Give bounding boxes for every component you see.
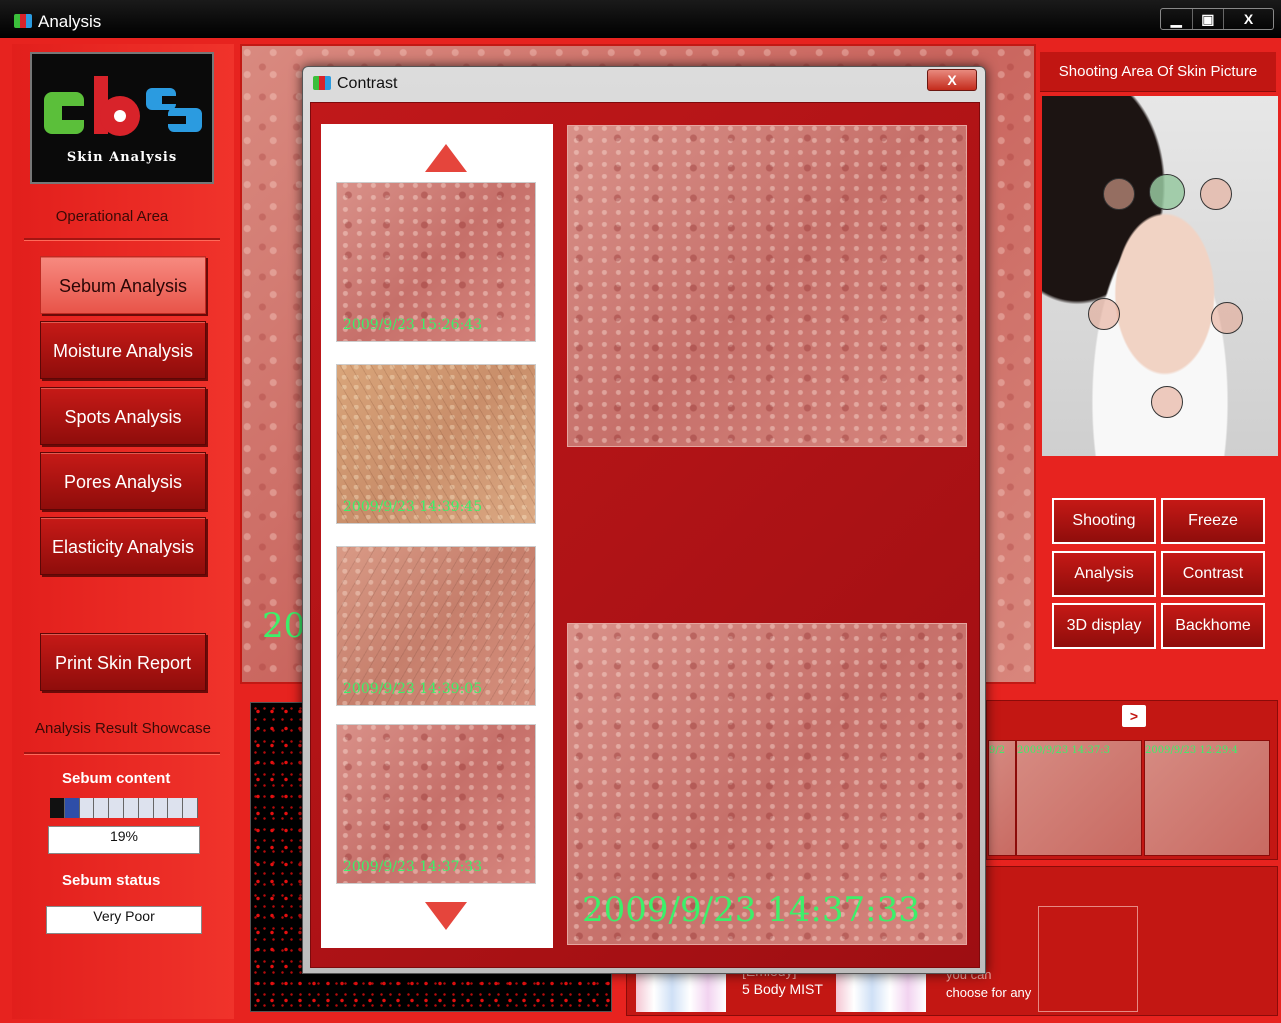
thumbnail-timestamp: 2009/9/23 14:39:05 (343, 681, 483, 697)
brand-logo: Skin Analysis (30, 52, 214, 184)
3d-display-button[interactable]: 3D display (1052, 603, 1156, 649)
print-skin-report-button[interactable]: Print Skin Report (40, 633, 206, 691)
sebum-analysis-button[interactable]: Sebum Analysis (40, 256, 206, 314)
backhome-button[interactable]: Backhome (1161, 603, 1265, 649)
thumbnail-timestamp: 2009/9/23 15:26:43 (343, 317, 483, 333)
sebum-level-meter (50, 798, 198, 818)
meter-segment (123, 798, 139, 818)
product-image[interactable] (836, 970, 926, 1012)
history-thumbnail[interactable]: 2009/9/23 12:29:4 (1144, 740, 1270, 856)
minimize-button[interactable]: ▁ (1161, 9, 1193, 29)
result-showcase-title: Analysis Result Showcase (35, 720, 211, 737)
scroll-up-icon[interactable] (425, 144, 467, 172)
app-icon (313, 76, 331, 90)
meter-segment (109, 798, 124, 818)
meter-segment (50, 798, 65, 818)
compare-bottom-timestamp: 2009/9/23 14:37:33 (582, 890, 920, 930)
freeze-button[interactable]: Freeze (1161, 498, 1265, 544)
history-thumbnail[interactable]: 2009/9/23 14:37:3 (1016, 740, 1142, 856)
window-controls: ▁ ▣ X (1160, 8, 1274, 30)
thumbnail-timestamp: 2009/9/23 14:37:33 (343, 859, 483, 875)
forehead-right-spot[interactable] (1200, 178, 1232, 210)
app-icon (14, 14, 32, 28)
logo-mark-icon (44, 76, 202, 136)
chevron-right-icon[interactable]: > (1122, 705, 1146, 727)
sebum-content-label: Sebum content (62, 770, 171, 787)
comparison-thumbnail[interactable]: 2009/9/23 14:37:33 (336, 724, 536, 884)
shooting-button[interactable]: Shooting (1052, 498, 1156, 544)
cheek-left-spot[interactable] (1088, 298, 1120, 330)
thumbnail-column: 2009/9/23 15:26:43 2009/9/23 14:39:45 20… (321, 124, 553, 948)
face-portrait-image (1042, 96, 1278, 456)
meter-segment (183, 798, 198, 818)
contrast-button[interactable]: Contrast (1161, 551, 1265, 597)
comparison-thumbnail[interactable]: 2009/9/23 15:26:43 (336, 182, 536, 342)
forehead-left-spot[interactable] (1103, 178, 1135, 210)
live-view-timestamp: 20 (262, 606, 306, 646)
dialog-close-button[interactable]: X (927, 69, 977, 91)
moisture-analysis-button[interactable]: Moisture Analysis (40, 321, 206, 379)
compare-bottom-image: 2009/9/23 14:37:33 (567, 623, 967, 945)
pores-analysis-button[interactable]: Pores Analysis (40, 452, 206, 510)
window-title: Analysis (38, 12, 102, 31)
product-image-placeholder (1038, 906, 1138, 1012)
scroll-down-icon[interactable] (425, 902, 467, 930)
chin-spot[interactable] (1151, 386, 1183, 418)
elasticity-analysis-button[interactable]: Elasticity Analysis (40, 517, 206, 575)
product-line: 5 Body MIST (742, 981, 823, 997)
meter-segment (153, 798, 169, 818)
divider (24, 238, 220, 241)
title-bar: Analysis ▁ ▣ X (0, 0, 1281, 38)
meter-segment (64, 798, 80, 818)
compare-top-image (567, 125, 967, 447)
contrast-dialog: Contrast X 2009/9/23 15:26:43 2009/9/23 … (302, 66, 986, 974)
product-image[interactable] (636, 970, 726, 1012)
dialog-title: Contrast (337, 75, 398, 92)
history-thumbnail[interactable]: 9/2 (988, 740, 1016, 856)
spots-analysis-button[interactable]: Spots Analysis (40, 387, 206, 445)
analysis-button[interactable]: Analysis (1052, 551, 1156, 597)
divider (24, 752, 220, 755)
close-button[interactable]: X (1224, 9, 1273, 29)
logo-subtitle: Skin Analysis (66, 150, 178, 165)
product-line: choose for any (946, 985, 1032, 1000)
comparison-thumbnail[interactable]: 2009/9/23 14:39:45 (336, 364, 536, 524)
sebum-content-value: 19% (48, 826, 200, 854)
shooting-area-title: Shooting Area Of Skin Picture (1040, 52, 1276, 92)
meter-segment (138, 798, 154, 818)
maximize-button[interactable]: ▣ (1193, 9, 1225, 29)
meter-segment (79, 798, 95, 818)
sebum-status-label: Sebum status (62, 872, 161, 889)
thumbnail-timestamp: 2009/9/23 14:39:45 (343, 499, 483, 515)
meter-segment (94, 798, 110, 818)
operational-area-title: Operational Area (55, 208, 169, 225)
cheek-right-spot[interactable] (1211, 302, 1243, 334)
forehead-center-spot[interactable] (1149, 174, 1185, 210)
sebum-status-value: Very Poor (46, 906, 202, 934)
comparison-thumbnail[interactable]: 2009/9/23 14:39:05 (336, 546, 536, 706)
meter-segment (168, 798, 184, 818)
